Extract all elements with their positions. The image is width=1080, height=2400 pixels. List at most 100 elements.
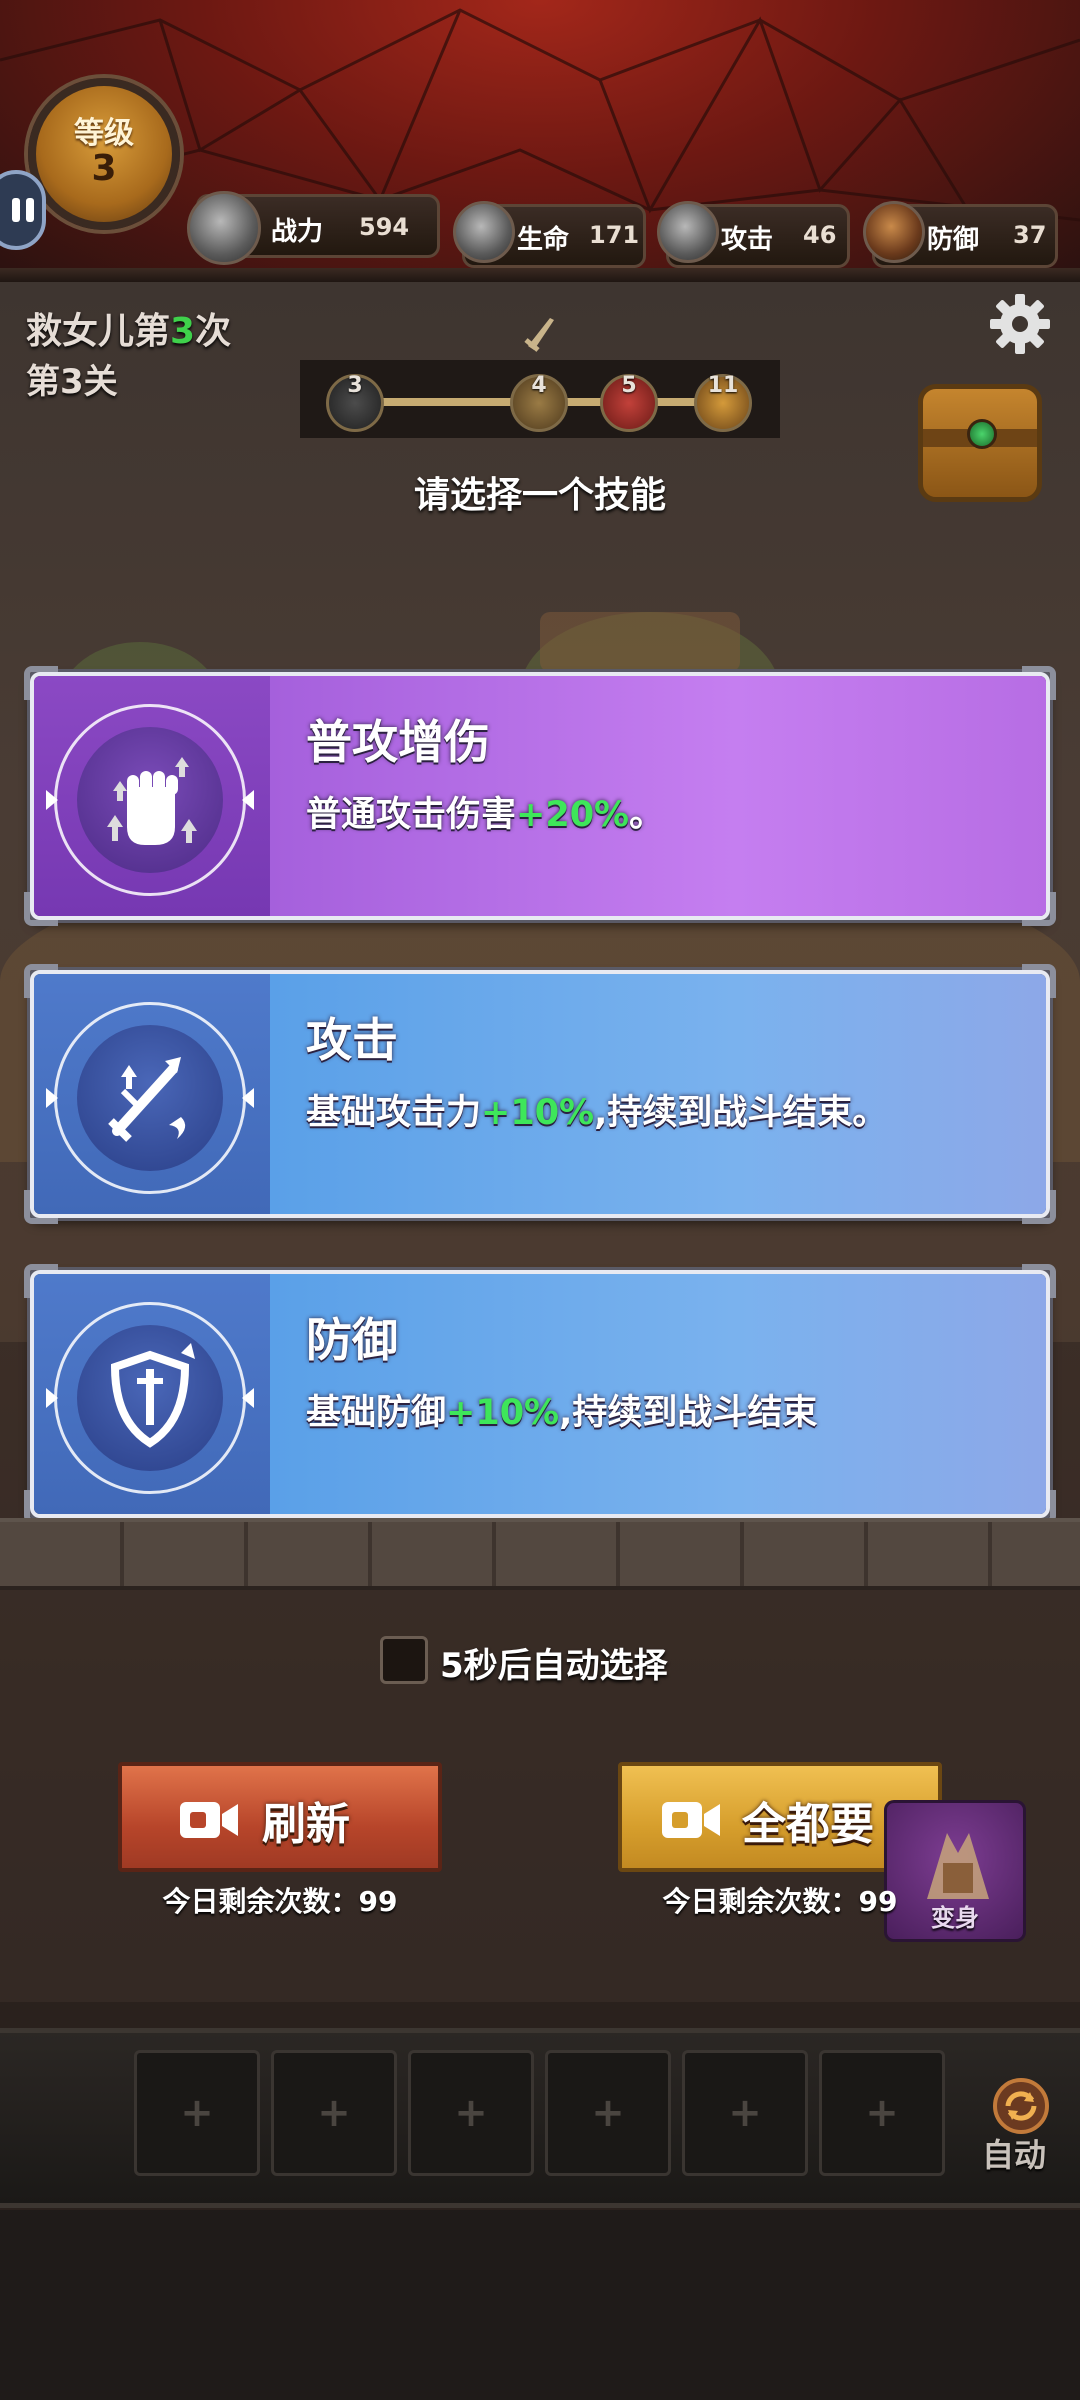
card-corner — [1022, 964, 1056, 998]
stat-attack[interactable]: 攻击 46 — [657, 201, 850, 268]
ring-arrow-right — [242, 1388, 254, 1408]
add-slot-icon: + — [591, 2090, 625, 2136]
stat-attack-value: 46 — [803, 221, 837, 249]
stone-wall-band — [0, 1518, 1080, 1590]
ring-arrow-right — [242, 1088, 254, 1108]
stat-power-value: 594 — [359, 213, 410, 241]
video-ad-icon — [662, 1802, 720, 1838]
ring-arrow-right — [242, 790, 254, 810]
skill-description: 基础防御+10%,持续到战斗结束 — [306, 1384, 817, 1435]
rescue-count: 3 — [170, 311, 196, 352]
auto-select-label: 5秒后自动选择 — [440, 1646, 668, 1686]
skill-card-attack[interactable]: 攻击 基础攻击力+10%,持续到战斗结束。 — [24, 964, 1056, 1224]
bottom-area — [0, 2210, 1080, 2400]
armor-hp-icon — [453, 201, 515, 263]
card-corner — [1022, 892, 1056, 926]
stat-hp-value: 171 — [589, 221, 640, 249]
refresh-remaining: 今日剩余次数：99 — [162, 1885, 398, 1918]
take-all-label: 全都要 — [742, 1799, 874, 1850]
pause-button[interactable] — [0, 170, 46, 250]
sword-buff-icon — [108, 1057, 186, 1142]
stat-defense-value: 37 — [1013, 221, 1047, 249]
player-level-badge[interactable]: 等级 3 — [28, 78, 180, 230]
skill-bonus: +10% — [446, 1393, 560, 1433]
rescue-counter: 救女儿第3次 — [26, 302, 231, 354]
progress-node-swords: 4 — [510, 373, 568, 432]
card-corner — [24, 1190, 58, 1224]
refresh-button[interactable]: 刷新 — [118, 1762, 442, 1872]
stat-power[interactable]: 战力 594 — [187, 191, 440, 265]
power-shield-icon — [187, 191, 261, 265]
current-progress-sword-icon — [524, 318, 554, 352]
empty-skill-slot[interactable]: + — [408, 2050, 534, 2176]
skill-icon-ring — [54, 1302, 246, 1494]
skill-icon-panel — [34, 974, 270, 1214]
card-corner — [24, 892, 58, 926]
skill-icon-disc — [77, 1325, 223, 1471]
skill-icon-panel — [34, 676, 270, 916]
fist-power-icon — [107, 757, 197, 845]
card-corner — [24, 1264, 58, 1298]
add-slot-icon: + — [317, 2090, 351, 2136]
empty-skill-slot[interactable]: + — [819, 2050, 945, 2176]
header-divider — [0, 268, 1080, 282]
progress-node-label: 11 — [707, 373, 739, 398]
card-corner — [24, 964, 58, 998]
card-corner — [24, 666, 58, 700]
stage-progress-track: 3 4 5 11 — [300, 360, 780, 438]
rescue-suffix: 次 — [195, 311, 232, 352]
auto-select-checkbox[interactable] — [380, 1636, 428, 1684]
pause-icon — [12, 198, 20, 222]
stat-hp[interactable]: 生命 171 — [453, 201, 646, 268]
empty-skill-slot[interactable]: + — [682, 2050, 808, 2176]
progress-node-label: 5 — [621, 373, 637, 398]
skill-title: 防御 — [306, 1313, 398, 1367]
skill-select-prompt: 请选择一个技能 — [413, 475, 666, 516]
level-value: 3 — [91, 148, 117, 189]
transform-button[interactable]: 变身 — [884, 1800, 1026, 1942]
add-slot-icon: + — [865, 2090, 899, 2136]
stat-hp-label: 生命 — [517, 225, 570, 255]
settings-gear-icon[interactable] — [988, 292, 1052, 356]
shield-defense-icon — [863, 201, 925, 263]
ring-arrow-left — [46, 1388, 58, 1408]
empty-skill-slot[interactable]: + — [134, 2050, 260, 2176]
skill-description: 普通攻击伤害+20%。 — [306, 786, 664, 837]
skill-bonus: +10% — [481, 1093, 595, 1133]
skill-desc-text: 普通攻击伤害 — [306, 795, 517, 835]
ring-arrow-left — [46, 790, 58, 810]
shield-sword-icon — [110, 1343, 195, 1448]
skill-icon-ring — [54, 704, 246, 896]
video-ad-icon — [180, 1802, 238, 1838]
card-corner — [1022, 666, 1056, 700]
chest-gem — [967, 419, 997, 449]
progress-node-boss: 5 — [600, 373, 658, 432]
card-corner — [1022, 1264, 1056, 1298]
refresh-label: 刷新 — [262, 1799, 350, 1850]
skill-bonus: +20% — [516, 795, 630, 835]
empty-skill-slot[interactable]: + — [271, 2050, 397, 2176]
card-corner — [1022, 1190, 1056, 1224]
sword-attack-icon — [657, 201, 719, 263]
skill-icon-disc — [77, 1025, 223, 1171]
skill-card-defense[interactable]: 防御 基础防御+10%,持续到战斗结束 — [24, 1264, 1056, 1524]
skill-card-normal-attack-boost[interactable]: 普攻增伤 普通攻击伤害+20%。 — [24, 666, 1056, 926]
add-slot-icon: + — [180, 2090, 214, 2136]
take-all-remaining: 今日剩余次数：99 — [662, 1885, 898, 1918]
skill-desc-suffix: 。 — [629, 795, 665, 835]
stat-power-label: 战力 — [271, 217, 324, 247]
level-label: 等级 — [74, 116, 134, 151]
skill-title: 攻击 — [306, 1013, 398, 1067]
auto-label[interactable]: 自动 — [982, 2130, 1046, 2176]
empty-skill-slot[interactable]: + — [545, 2050, 671, 2176]
rescue-prefix: 救女儿第 — [26, 311, 171, 352]
pause-icon-bar — [26, 198, 34, 222]
ring-arrow-left — [46, 1088, 58, 1108]
stat-defense[interactable]: 防御 37 — [863, 201, 1058, 268]
skill-description: 基础攻击力+10%,持续到战斗结束。 — [306, 1084, 887, 1135]
progress-node-chest: 11 — [694, 373, 752, 432]
skill-desc-suffix: ,持续到战斗结束。 — [594, 1093, 888, 1133]
progress-node-label: 4 — [531, 373, 547, 398]
progress-node-skull: 3 — [326, 373, 384, 432]
skill-desc-suffix: ,持续到战斗结束 — [559, 1393, 818, 1433]
